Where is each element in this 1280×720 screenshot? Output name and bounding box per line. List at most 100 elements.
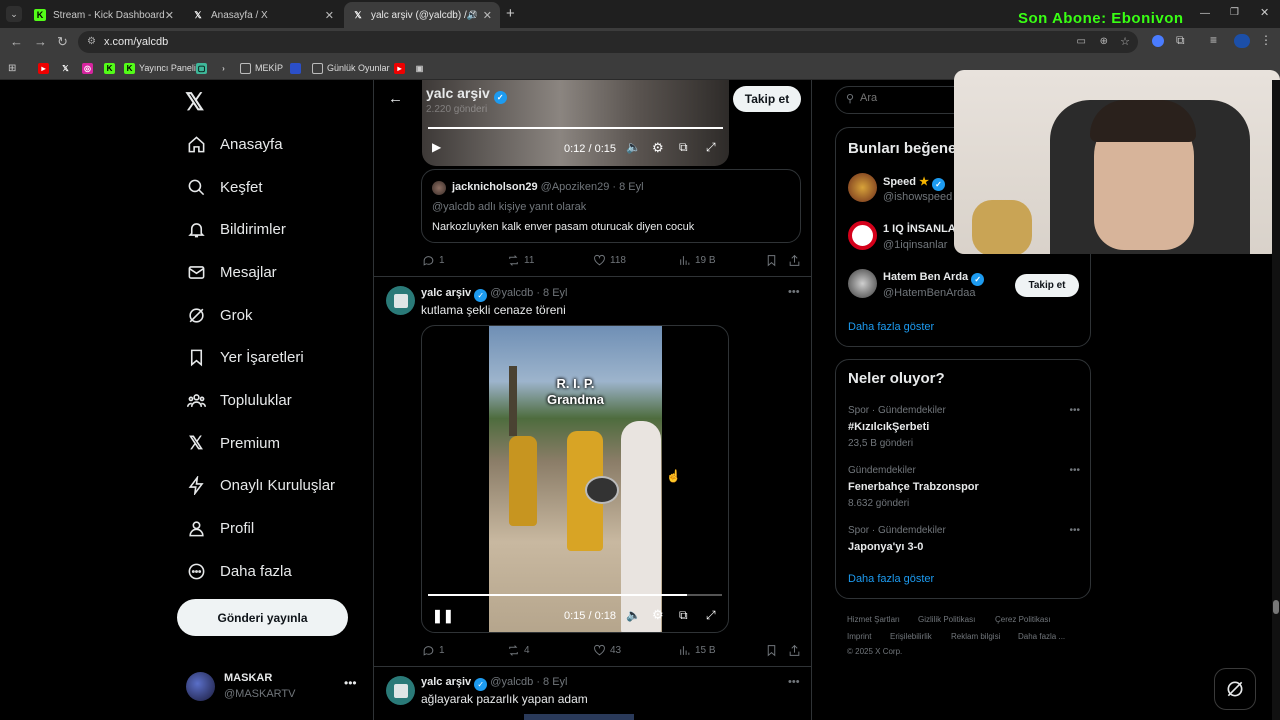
sidebar-item-onayli-kuruluslar[interactable]: Onaylı Kuruluşlar (186, 470, 335, 500)
video-progress-track[interactable] (428, 594, 722, 596)
quoted-tweet[interactable]: jacknicholson29 @Apoziken29 · 8 Eyl @yal… (421, 169, 801, 243)
more-icon[interactable]: ••• (788, 286, 800, 298)
volume-icon[interactable]: 🔈 (626, 140, 641, 154)
like-button[interactable]: 118 (593, 254, 626, 267)
reply-button[interactable]: 1 (422, 644, 445, 657)
sidebar-item-bildirimler[interactable]: Bildirimler (186, 214, 286, 244)
profile-icon[interactable] (1234, 34, 1250, 48)
apps-icon[interactable]: ⊞ (8, 61, 16, 75)
bookmark-blue[interactable] (290, 61, 305, 75)
media-preview[interactable] (524, 714, 634, 720)
back-icon[interactable]: ← (10, 34, 23, 49)
install-icon[interactable]: ▭ (1077, 31, 1086, 53)
bookmark-x[interactable]: 𝕏 (60, 61, 75, 75)
restore-icon[interactable]: ❐ (1230, 7, 1239, 18)
close-icon[interactable]: ✕ (165, 9, 174, 22)
more-icon[interactable]: ••• (788, 676, 800, 688)
sidebar-item-daha-fazla[interactable]: Daha fazla (186, 556, 292, 586)
pip-icon[interactable]: ⧉ (679, 140, 688, 155)
sidebar-item-mesajlar[interactable]: Mesajlar (186, 257, 277, 287)
bookmark-arrow[interactable]: › (218, 61, 233, 75)
show-more-link[interactable]: Daha fazla göster (848, 321, 934, 333)
pause-icon[interactable]: ❚❚ (432, 608, 454, 624)
share-button[interactable] (788, 644, 801, 657)
bookmark-kick[interactable]: K (104, 61, 119, 75)
reply-button[interactable]: 1 (422, 254, 445, 267)
video-progress-track[interactable] (428, 127, 723, 129)
sidebar-item-yer-isaretleri[interactable]: Yer İşaretleri (186, 342, 304, 372)
sidebar-item-anasayfa[interactable]: Anasayfa (186, 129, 283, 159)
footer-link[interactable]: Erişilebilirlik (890, 632, 932, 641)
views-button[interactable]: 19 B (678, 254, 716, 267)
like-button[interactable]: 43 (593, 644, 621, 657)
minimize-icon[interactable]: — (1200, 8, 1210, 19)
speaker-icon[interactable]: 🔊 (467, 10, 478, 21)
back-arrow-icon[interactable]: ← (388, 90, 403, 107)
sidebar-item-profil[interactable]: Profil (186, 513, 254, 543)
grok-floating-button[interactable] (1214, 668, 1256, 710)
forward-icon[interactable]: → (34, 34, 47, 49)
share-button[interactable] (788, 254, 801, 267)
footer-link[interactable]: Daha fazla ... (1018, 632, 1065, 641)
reload-icon[interactable]: ↻ (57, 34, 68, 50)
bookmark-image[interactable]: ▣ (414, 61, 429, 75)
bookmark-button[interactable] (765, 254, 778, 267)
tab-search-icon[interactable]: ⌄ (6, 6, 22, 22)
browser-tab-kick[interactable]: K Stream - Kick Dashboard ✕ (26, 2, 182, 28)
footer-link[interactable]: Reklam bilgisi (951, 632, 1000, 641)
sidebar-item-kesfet[interactable]: Keşfet (186, 172, 263, 202)
site-info-icon[interactable]: ⚙ (87, 31, 96, 53)
puzzle-icon[interactable]: ⧉ (1176, 33, 1185, 48)
sidebar-item-premium[interactable]: 𝕏 Premium (186, 428, 280, 458)
footer-link[interactable]: Çerez Politikası (995, 615, 1051, 624)
new-tab-button[interactable]: + (506, 5, 515, 22)
close-window-icon[interactable]: ✕ (1260, 6, 1269, 19)
bookmark-mekip[interactable]: MEKİP (240, 61, 283, 75)
bookmark-gunluk-oyunlar[interactable]: Günlük Oyunlar (312, 61, 390, 75)
settings-icon[interactable]: ⚙ (652, 607, 664, 623)
bookmark-app[interactable]: ▢ (196, 61, 211, 75)
follow-button[interactable]: Takip et (1015, 274, 1079, 297)
menu-icon[interactable]: ⋮ (1260, 33, 1272, 47)
retweet-button[interactable]: 11 (507, 254, 534, 267)
author-name[interactable]: yalc arşiv (421, 287, 471, 299)
bookmark-yayinci-paneli[interactable]: K Yayıncı Paneli (124, 61, 196, 75)
zoom-icon[interactable]: ⊕ (1100, 31, 1108, 53)
footer-link[interactable]: Imprint (847, 632, 871, 641)
volume-icon[interactable]: 🔈 (626, 608, 641, 622)
star-icon[interactable]: ☆ (1120, 31, 1130, 53)
trend-item[interactable]: Spor · Gündemdekiler Japonya'yı 3-0 ••• (848, 525, 1080, 553)
show-more-link[interactable]: Daha fazla göster (848, 573, 934, 585)
scrollbar-thumb[interactable] (1273, 600, 1279, 614)
more-icon[interactable]: ••• (1069, 525, 1080, 536)
bookmark-instagram[interactable]: ◎ (82, 61, 97, 75)
suggestion-row[interactable]: Hatem Ben Arda ✓ @HatemBenArdaa Takip et (848, 269, 1080, 303)
author-name[interactable]: yalc arşiv (421, 676, 471, 688)
sidebar-item-grok[interactable]: Grok (186, 300, 253, 330)
pip-icon[interactable]: ⧉ (679, 608, 688, 623)
sidebar-item-topluluklar[interactable]: Topluluklar (186, 385, 292, 415)
close-icon[interactable]: ✕ (325, 9, 334, 22)
footer-link[interactable]: Gizlilik Politikası (918, 615, 975, 624)
bookmark-button[interactable] (765, 644, 778, 657)
account-switcher[interactable]: MASKAR @MASKARTV ••• (186, 670, 362, 704)
more-icon[interactable]: ••• (344, 676, 357, 690)
browser-tab-anasayfa[interactable]: 𝕏 Anasayfa / X ✕ (184, 2, 342, 28)
close-icon[interactable]: ✕ (483, 9, 492, 22)
avatar[interactable] (386, 286, 415, 315)
post-button[interactable]: Gönderi yayınla (177, 599, 348, 636)
extension-icon[interactable] (1152, 35, 1164, 47)
trend-item[interactable]: Spor · Gündemdekiler #KızılcıkŞerbeti 23… (848, 405, 1080, 449)
settings-icon[interactable]: ⚙ (652, 140, 664, 156)
media-icon[interactable]: ≡ (1210, 33, 1217, 47)
fullscreen-icon[interactable]: ⤢ (706, 140, 716, 155)
more-icon[interactable]: ••• (1069, 465, 1080, 476)
follow-button[interactable]: Takip et (733, 86, 801, 112)
video-player[interactable]: R. I. P. Grandma ❚❚ 0:15 / 0:18 🔈 ⚙ ⧉ ⤢ (421, 325, 729, 633)
fullscreen-icon[interactable]: ⤢ (706, 608, 716, 623)
trend-item[interactable]: Gündemdekiler Fenerbahçe Trabzonspor 8.6… (848, 465, 1080, 509)
avatar[interactable] (386, 676, 415, 705)
url-field[interactable]: ⚙ x.com/yalcdb ▭ ⊕ ☆ (78, 31, 1138, 53)
scrollbar[interactable] (1272, 80, 1280, 720)
views-button[interactable]: 15 B (678, 644, 716, 657)
